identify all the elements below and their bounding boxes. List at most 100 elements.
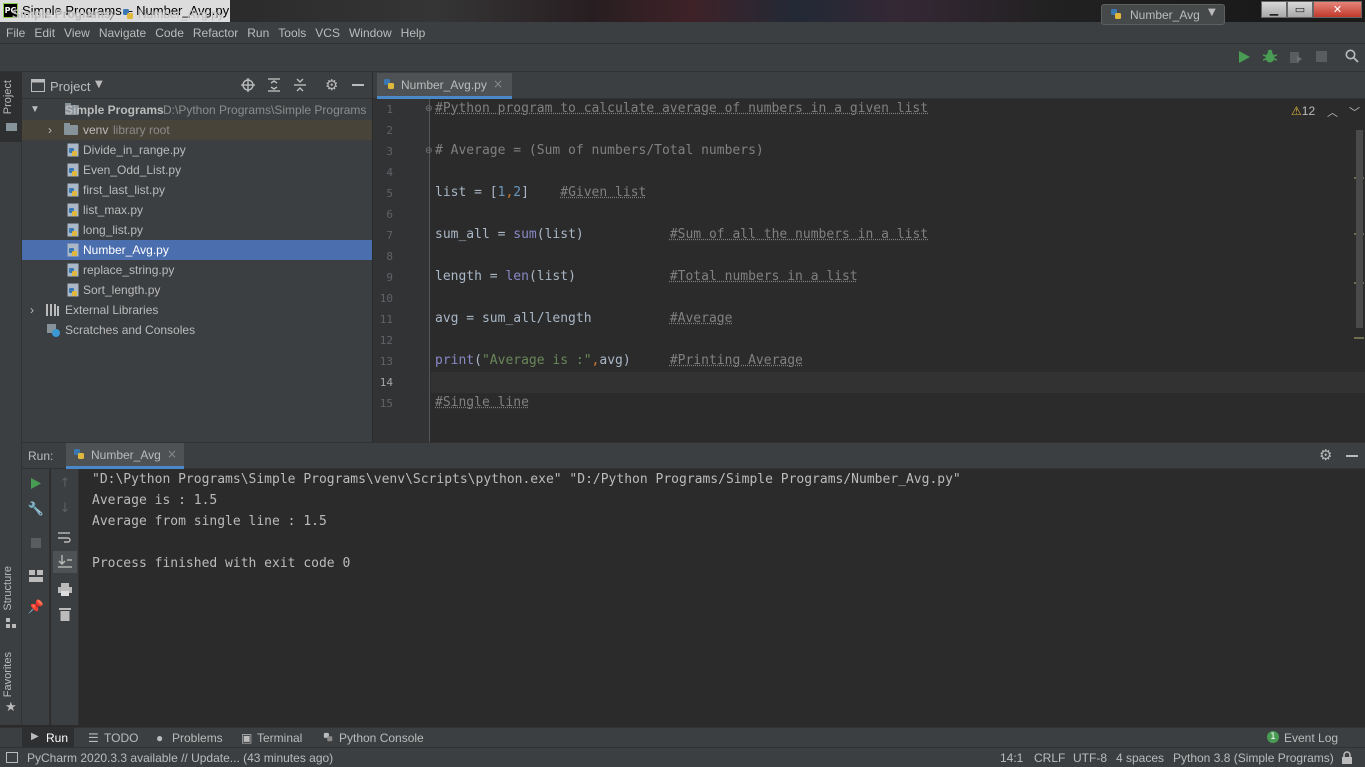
- close-tab-icon[interactable]: ×: [167, 447, 177, 461]
- chevron-down-icon[interactable]: ▼: [30, 100, 40, 120]
- menu-tools[interactable]: Tools: [278, 26, 306, 40]
- expand-all-icon[interactable]: [267, 78, 281, 92]
- editor-tab-active[interactable]: Number_Avg.py ×: [377, 73, 512, 99]
- status-line-separator[interactable]: CRLF: [1034, 751, 1065, 765]
- run-play-icon[interactable]: [1238, 50, 1251, 64]
- bottom-tab-run[interactable]: Run: [46, 731, 68, 745]
- tree-item-scratches[interactable]: Scratches and Consoles: [22, 320, 372, 340]
- stop-icon[interactable]: [31, 538, 41, 548]
- chevron-up-icon[interactable]: ︿: [1327, 104, 1338, 120]
- maximize-button[interactable]: ▭: [1287, 1, 1313, 18]
- chevron-down-icon[interactable]: ▼: [95, 79, 103, 90]
- menu-code[interactable]: Code: [155, 26, 184, 40]
- tree-item-file[interactable]: long_list.py: [22, 220, 372, 240]
- hide-panel-icon[interactable]: [352, 84, 364, 86]
- bottom-tab-python-console[interactable]: Python Console: [339, 731, 424, 745]
- tree-item-file-selected[interactable]: Number_Avg.py: [22, 240, 372, 260]
- editor-scrollbar[interactable]: [1356, 130, 1363, 328]
- layout-icon[interactable]: [29, 570, 43, 582]
- chevron-down-icon[interactable]: ﹀: [1349, 104, 1360, 120]
- status-indent[interactable]: 4 spaces: [1116, 751, 1164, 765]
- stop-icon[interactable]: [1316, 51, 1327, 62]
- soft-wrap-icon[interactable]: [58, 531, 72, 543]
- project-tool-label[interactable]: Project: [2, 80, 14, 114]
- code-line-1: #Python program to calculate average of …: [435, 101, 929, 116]
- code-line-15: #Single line: [435, 395, 529, 410]
- external-libraries-label: External Libraries: [65, 303, 159, 317]
- tree-item-venv[interactable]: › venv library root: [22, 120, 372, 140]
- gear-icon[interactable]: ⚙: [1319, 446, 1332, 464]
- tree-item-file[interactable]: Even_Odd_List.py: [22, 160, 372, 180]
- run-console-output[interactable]: [80, 469, 1365, 725]
- gear-icon[interactable]: ⚙: [325, 76, 338, 94]
- chevron-right-icon[interactable]: ›: [48, 120, 52, 140]
- file-name: Number_Avg.py: [83, 243, 169, 257]
- bottom-tab-terminal[interactable]: Terminal: [257, 731, 302, 745]
- close-tab-icon[interactable]: ×: [493, 77, 503, 91]
- status-caret-position[interactable]: 14:1: [1000, 751, 1023, 765]
- editor-tab-bar: [373, 72, 1365, 99]
- bottom-tab-problems[interactable]: Problems: [172, 731, 223, 745]
- coverage-icon[interactable]: [1289, 50, 1303, 64]
- tree-item-external-libraries[interactable]: › External Libraries: [22, 300, 372, 320]
- tree-item-file[interactable]: replace_string.py: [22, 260, 372, 280]
- warnings-indicator[interactable]: ⚠12: [1291, 104, 1315, 118]
- tree-item-file[interactable]: Divide_in_range.py: [22, 140, 372, 160]
- console-line: "D:\Python Programs\Simple Programs\venv…: [92, 472, 961, 487]
- breadcrumb-file[interactable]: Number_Avg.py: [138, 7, 224, 21]
- locate-target-icon[interactable]: [241, 78, 255, 92]
- play-icon: ▶: [31, 731, 39, 742]
- python-file-icon: [67, 203, 79, 217]
- status-encoding[interactable]: UTF-8: [1073, 751, 1107, 765]
- menu-navigate[interactable]: Navigate: [99, 26, 146, 40]
- venv-folder-name: venv: [83, 123, 109, 137]
- chevron-right-icon[interactable]: ›: [30, 300, 34, 320]
- run-tab-active[interactable]: Number_Avg ×: [66, 443, 184, 469]
- console-line: Average is : 1.5: [92, 493, 218, 508]
- menu-view[interactable]: View: [64, 26, 90, 40]
- bottom-tab-event-log[interactable]: Event Log: [1284, 731, 1338, 745]
- lock-icon[interactable]: [1341, 751, 1353, 764]
- fold-marker-icon[interactable]: ⊖: [425, 104, 433, 114]
- python-file-icon: [67, 143, 79, 157]
- fold-marker-icon[interactable]: ⊖: [425, 146, 433, 156]
- rerun-icon[interactable]: [30, 477, 42, 490]
- menu-refactor[interactable]: Refactor: [193, 26, 238, 40]
- menu-run[interactable]: Run: [247, 26, 269, 40]
- breadcrumb-project[interactable]: Simple Programs: [12, 7, 111, 21]
- arrow-up-icon[interactable]: ↑: [55, 476, 75, 491]
- status-interpreter[interactable]: Python 3.8 (Simple Programs): [1173, 751, 1334, 765]
- menu-edit[interactable]: Edit: [34, 26, 55, 40]
- structure-tool-label[interactable]: Structure: [2, 566, 14, 611]
- arrow-down-icon[interactable]: ↓: [55, 501, 75, 516]
- run-panel-header: [22, 442, 1365, 469]
- window-toggle-icon[interactable]: [6, 752, 18, 763]
- print-icon[interactable]: [58, 583, 72, 596]
- tree-item-file[interactable]: first_last_list.py: [22, 180, 372, 200]
- minimize-button[interactable]: ▁: [1261, 1, 1287, 18]
- hide-panel-icon[interactable]: [1346, 455, 1358, 457]
- menu-window[interactable]: Window: [349, 26, 392, 40]
- tree-item-root[interactable]: ▼ Simple Programs D:\Python Programs\Sim…: [22, 100, 372, 120]
- project-panel-title[interactable]: Project: [50, 79, 90, 94]
- debug-bug-icon[interactable]: [1263, 49, 1277, 64]
- run-configuration-dropdown[interactable]: Number_Avg ▼: [1101, 4, 1225, 25]
- line-number: 9: [386, 271, 393, 284]
- close-window-button[interactable]: ✕: [1313, 1, 1362, 18]
- status-message[interactable]: PyCharm 2020.3.3 available // Update... …: [27, 751, 333, 765]
- search-icon[interactable]: [1345, 49, 1359, 63]
- menu-vcs[interactable]: VCS: [315, 26, 340, 40]
- bottom-tab-todo[interactable]: TODO: [104, 731, 138, 745]
- favorites-tool-label[interactable]: Favorites: [2, 652, 14, 697]
- current-line-highlight: [431, 372, 1365, 393]
- menu-file[interactable]: File: [6, 26, 25, 40]
- file-name: list_max.py: [83, 203, 144, 217]
- tree-item-file[interactable]: Sort_length.py: [22, 280, 372, 300]
- menu-help[interactable]: Help: [401, 26, 426, 40]
- wrench-icon[interactable]: 🔧: [26, 502, 46, 517]
- trash-icon[interactable]: [59, 607, 71, 621]
- collapse-all-icon[interactable]: [293, 78, 307, 92]
- line-number: 4: [386, 166, 393, 179]
- pin-icon[interactable]: 📌: [26, 600, 46, 615]
- tree-item-file[interactable]: list_max.py: [22, 200, 372, 220]
